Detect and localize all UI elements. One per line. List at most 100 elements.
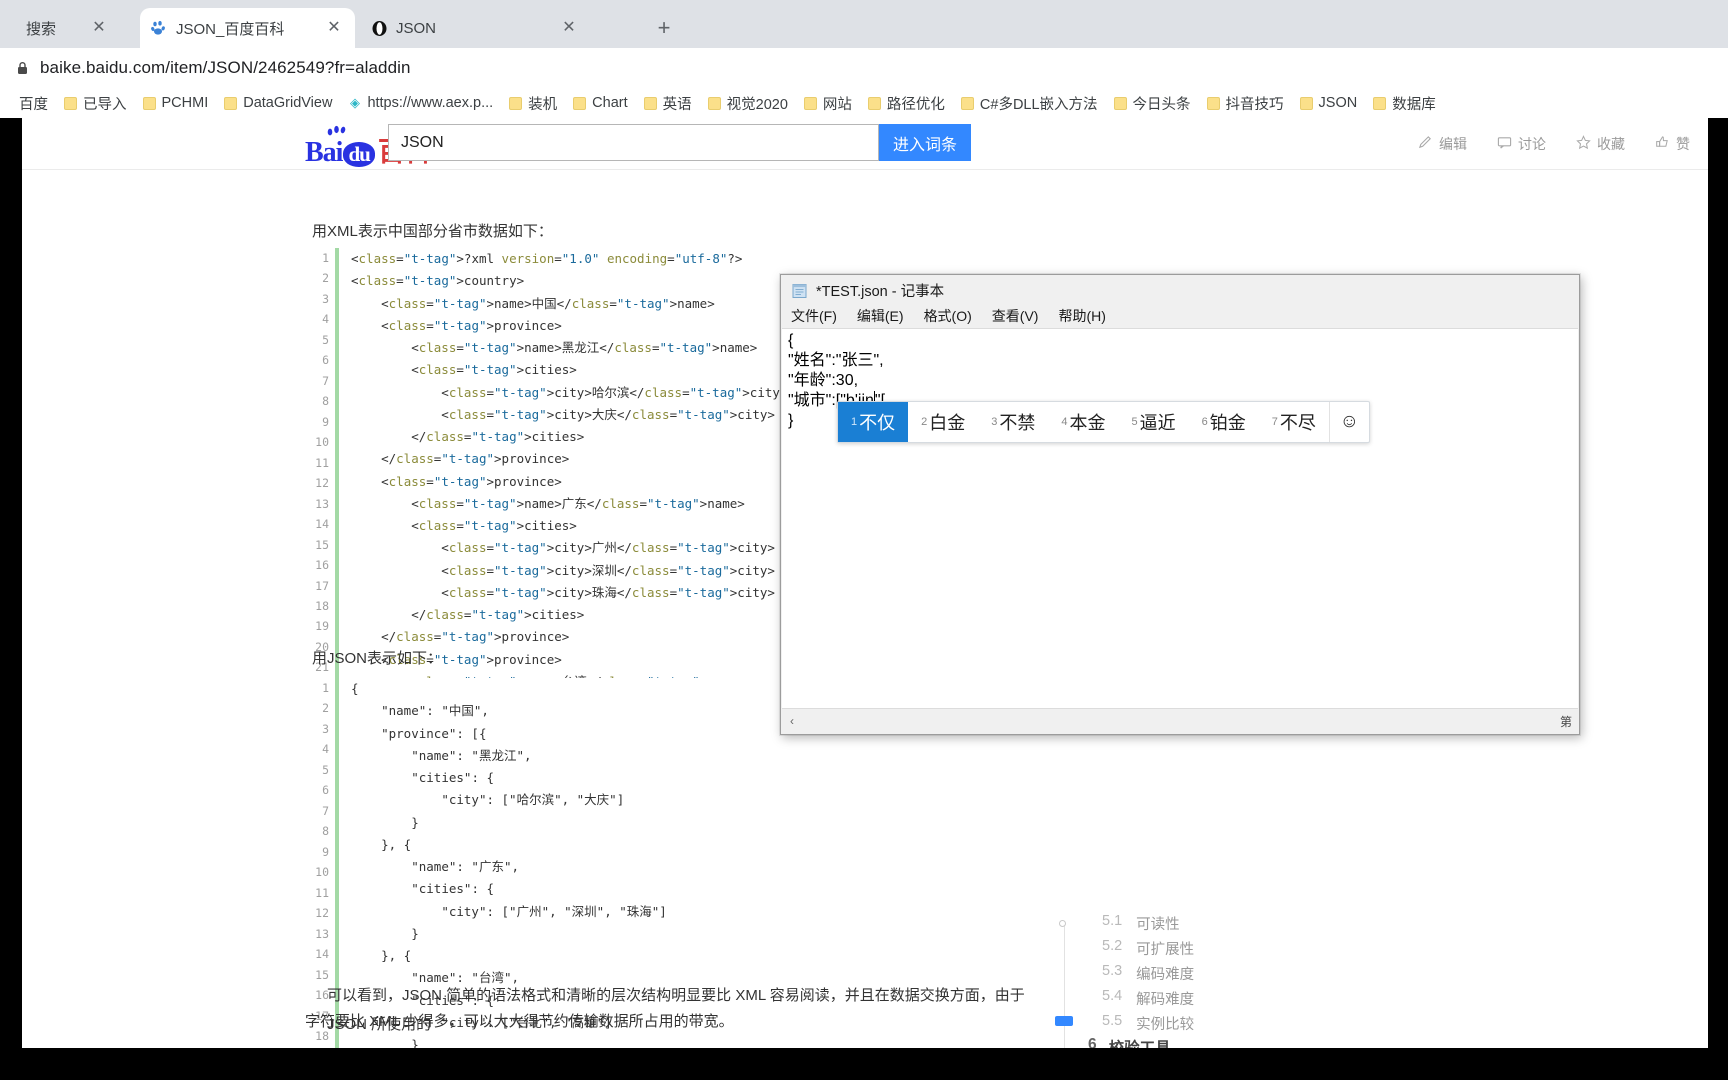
folder-icon: [803, 96, 817, 110]
ime-candidate-5[interactable]: 5 逼近: [1119, 402, 1189, 442]
menu-edit[interactable]: 编辑(E): [857, 306, 904, 326]
bookmark-label: 数据库: [1392, 96, 1436, 113]
like-label: 赞: [1676, 136, 1690, 152]
toc-item-6[interactable]: 6 校验工具: [1088, 1036, 1171, 1048]
folder-icon: [1206, 96, 1220, 110]
menu-file[interactable]: 文件(F): [791, 306, 837, 326]
star-icon: [1576, 135, 1591, 153]
address-bar[interactable]: baike.baidu.com/item/JSON/2462549?fr=ala…: [14, 52, 1714, 84]
menu-format[interactable]: 格式(O): [924, 306, 972, 326]
folder-icon: [573, 96, 587, 110]
status-left-text: ‹: [790, 714, 794, 728]
bookmark-item[interactable]: JSON: [1293, 92, 1365, 114]
toc-item-5-1[interactable]: 5.1 可读性: [1102, 913, 1180, 934]
comment-icon: [1497, 135, 1512, 153]
folder-icon: [64, 96, 77, 110]
bookmark-label: 网站: [822, 96, 852, 113]
ime-text: 不禁: [999, 413, 1036, 433]
new-tab-button[interactable]: +: [650, 14, 678, 42]
bookmark-label: 路径优化: [886, 96, 945, 113]
bookmark-item[interactable]: 网站: [797, 90, 859, 117]
discuss-label: 讨论: [1518, 136, 1546, 152]
menu-help[interactable]: 帮助(H): [1058, 306, 1105, 326]
bookmark-item[interactable]: 百度: [6, 90, 55, 117]
enter-entry-button[interactable]: 进入词条: [879, 124, 971, 161]
toc-label: 实例比较: [1136, 1017, 1195, 1033]
favorite-action[interactable]: 收藏: [1576, 134, 1625, 154]
bookmark-item[interactable]: 已导入: [57, 90, 134, 117]
bookmark-item[interactable]: C#多DLL嵌入方法: [954, 90, 1105, 117]
ime-index: 4: [1061, 416, 1068, 428]
notepad-titlebar[interactable]: *TEST.json - 记事本: [781, 275, 1579, 305]
edit-action[interactable]: 编辑: [1418, 134, 1467, 154]
thumbs-up-icon: [1655, 135, 1670, 153]
omnibox-row: baike.baidu.com/item/JSON/2462549?fr=ala…: [0, 48, 1728, 88]
ime-index: 3: [991, 416, 998, 428]
bookmark-item[interactable]: Chart: [566, 92, 634, 114]
browser-tab-2[interactable]: JSON_百度百科 ✕: [140, 8, 355, 48]
ime-text: 白金: [929, 413, 966, 433]
status-right-text: 第: [1559, 714, 1572, 729]
bookmark-item[interactable]: 路径优化: [861, 90, 952, 117]
toc-item-5-3[interactable]: 5.3 编码难度: [1102, 963, 1194, 984]
notepad-statusbar: ‹ 第: [782, 708, 1578, 733]
baike-header: Bai du 百科 进入词条: [22, 118, 1708, 170]
ime-candidate-7[interactable]: 7 不尽: [1259, 402, 1329, 442]
tab-close-icon[interactable]: ✕: [323, 17, 345, 39]
bookmark-label: DataGridView: [243, 95, 333, 111]
search-input[interactable]: [388, 124, 879, 161]
bookmark-item[interactable]: 装机: [502, 90, 564, 117]
toc-item-5-2[interactable]: 5.2 可扩展性: [1102, 938, 1194, 959]
folder-icon: [867, 96, 881, 110]
toc-item-5-5[interactable]: 5.5 实例比较: [1102, 1013, 1194, 1034]
folder-icon: [509, 96, 523, 110]
browser-tab-3[interactable]: JSON ✕: [360, 8, 590, 48]
discuss-action[interactable]: 讨论: [1497, 134, 1546, 154]
folder-icon: [1373, 96, 1387, 110]
tab-title: 搜索: [26, 20, 57, 38]
notepad-window[interactable]: *TEST.json - 记事本 文件(F) 编辑(E) 格式(O) 查看(V)…: [780, 274, 1580, 735]
ime-candidate-1[interactable]: 1 不仅: [838, 402, 909, 442]
ime-candidate-4[interactable]: 4 本金: [1048, 402, 1118, 442]
ime-index: 2: [921, 416, 928, 428]
ime-candidate-6[interactable]: 6 铂金: [1189, 402, 1259, 442]
para-xml-intro: 用XML表示中国部分省市数据如下：: [312, 223, 553, 240]
notepad-text-area[interactable]: {"姓名":"张三","年龄":30,"城市":["b'jin"[}: [782, 328, 1578, 708]
para-json-intro: 用JSON表示如下：: [312, 650, 443, 667]
tab-close-icon[interactable]: ✕: [88, 17, 110, 39]
browser-tab-1[interactable]: 搜索 ✕: [0, 8, 120, 48]
ime-candidate-bar[interactable]: 1 不仅 2 白金 3 不禁 4 本金 5 逼近 6 铂金 7 不尽 ☺: [837, 401, 1370, 443]
ime-candidate-2[interactable]: 2 白金: [908, 402, 978, 442]
notepad-icon: [791, 282, 808, 299]
emoji-icon[interactable]: ☺: [1328, 402, 1369, 442]
like-action[interactable]: 赞: [1655, 134, 1690, 154]
bookmark-label: PCHMI: [161, 95, 209, 111]
bookmark-item[interactable]: DataGridView: [217, 92, 339, 114]
tab-close-icon[interactable]: ✕: [558, 17, 580, 39]
menu-view[interactable]: 查看(V): [992, 306, 1039, 326]
baidu-icon: [150, 19, 168, 37]
bookmark-label: 已导入: [83, 96, 127, 113]
toc-number: 6: [1088, 1036, 1097, 1048]
tab-title: JSON: [396, 19, 437, 37]
bookmark-item[interactable]: 今日头条: [1107, 90, 1198, 117]
favorite-label: 收藏: [1597, 136, 1625, 152]
bookmark-item[interactable]: 视觉2020: [701, 90, 795, 117]
bookmark-item[interactable]: 数据库: [1366, 90, 1443, 117]
ime-text: 本金: [1069, 413, 1106, 433]
bookmark-item[interactable]: 英语: [637, 90, 699, 117]
ime-index: 6: [1201, 416, 1208, 428]
pencil-icon: [1418, 135, 1433, 153]
bookmark-item[interactable]: PCHMI: [136, 92, 216, 114]
bookmark-item[interactable]: 抖音技巧: [1200, 90, 1291, 117]
notepad-title-text: *TEST.json - 记事本: [816, 283, 945, 300]
folder-icon: [142, 96, 156, 110]
bookmark-item[interactable]: ◈ https://www.aex.p...: [341, 92, 500, 114]
toc-item-5-4[interactable]: 5.4 解码难度: [1102, 988, 1194, 1009]
ime-candidate-3[interactable]: 3 不禁: [978, 402, 1048, 442]
toc-number: 5.4: [1102, 988, 1123, 1004]
toc-number: 5.1: [1102, 913, 1123, 929]
toc-vertical-line: [1064, 926, 1065, 1048]
ime-text: 不尽: [1279, 413, 1316, 433]
toc-label: 校验工具: [1109, 1036, 1171, 1048]
